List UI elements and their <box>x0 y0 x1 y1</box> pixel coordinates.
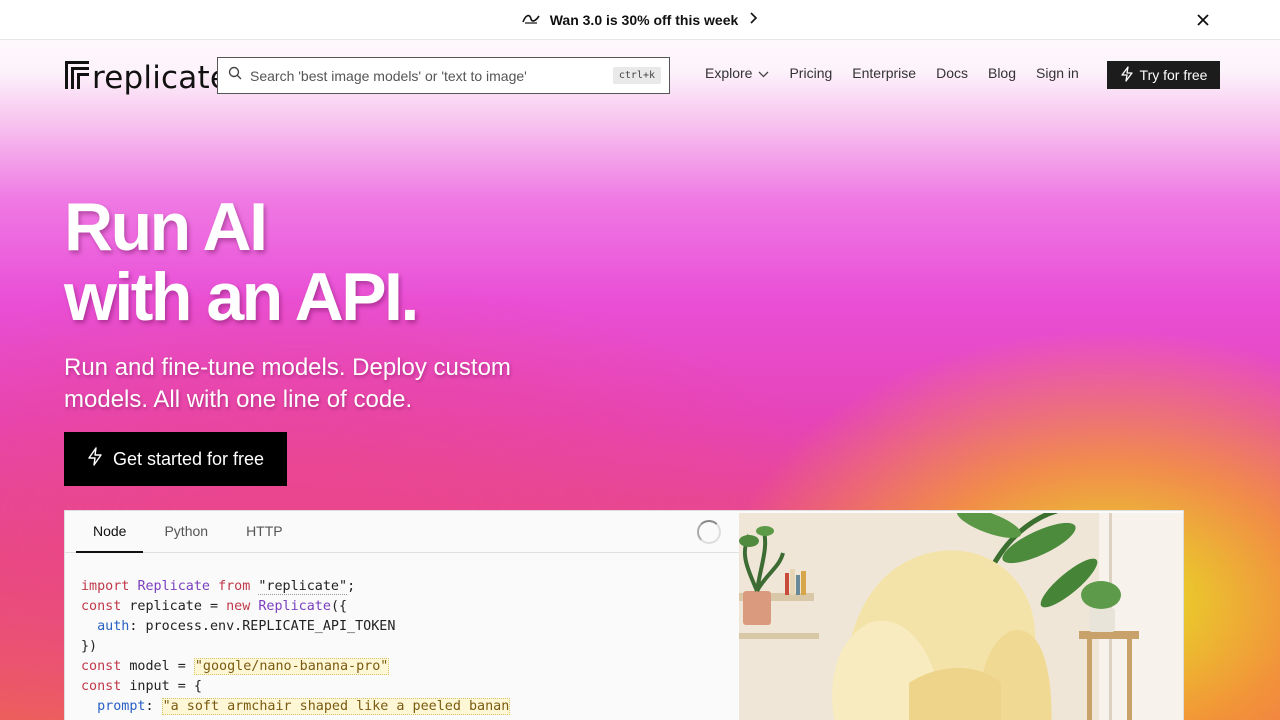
code-token: prompt <box>97 699 146 714</box>
hero-title-line1: Run AI <box>64 189 268 265</box>
code-token: from <box>218 579 251 594</box>
tab-python[interactable]: Python <box>147 511 225 553</box>
nav-explore-label: Explore <box>705 65 753 81</box>
nav-links: Explore Pricing Enterprise Docs Blog Sig… <box>705 65 1099 81</box>
code-token: ({ <box>330 599 348 614</box>
logo-text: replicate <box>92 59 230 96</box>
tab-http[interactable]: HTTP <box>229 511 300 553</box>
announcement-text: Wan 3.0 is 30% off this week <box>549 11 739 28</box>
wan-logo-icon <box>521 11 540 29</box>
code-token: "replicate" <box>258 579 348 595</box>
code-token: const <box>81 679 122 694</box>
code-token: const <box>81 599 122 614</box>
replicate-logo[interactable]: replicate <box>64 59 229 96</box>
code-token: auth <box>97 619 130 634</box>
get-started-label: Get started for free <box>112 448 265 469</box>
editable-string-model[interactable]: "google/nano-banana-pro" <box>193 658 390 675</box>
code-token: Replicate <box>137 579 210 594</box>
code-token: const <box>81 659 122 674</box>
hero-subtitle: Run and fine-tune models. Deploy custom … <box>64 354 511 413</box>
chevron-right-icon <box>748 11 758 29</box>
code-token: ; <box>347 579 356 594</box>
search-icon <box>228 66 242 85</box>
code-token: replicate = <box>121 599 227 614</box>
code-token: new <box>226 599 251 614</box>
nav-blog[interactable]: Blog <box>988 65 1016 81</box>
close-icon[interactable] <box>1194 11 1212 29</box>
hero-title-line2: with an API. <box>64 259 419 335</box>
code-block: import Replicate from "replicate"; const… <box>81 577 511 717</box>
replicate-logo-icon <box>64 59 90 96</box>
get-started-button[interactable]: Get started for free <box>64 432 287 486</box>
code-token: : <box>145 699 162 714</box>
nav-docs[interactable]: Docs <box>936 65 968 81</box>
top-nav: replicate ctrl+k Explore Pricing Enterpr… <box>0 40 1280 112</box>
nav-explore[interactable]: Explore <box>705 65 769 81</box>
code-token: }) <box>81 639 98 654</box>
output-image <box>739 513 1183 720</box>
search-shortcut-badge: ctrl+k <box>612 67 661 84</box>
announcement-link[interactable]: Wan 3.0 is 30% off this week <box>521 11 759 29</box>
language-tabs: Node Python HTTP <box>65 511 739 553</box>
code-token: input = { <box>121 679 202 694</box>
tab-node[interactable]: Node <box>76 511 144 553</box>
lightning-icon <box>87 447 103 471</box>
code-token: model = <box>121 659 194 674</box>
nav-sign-in[interactable]: Sign in <box>1036 65 1079 81</box>
try-for-free-button[interactable]: Try for free <box>1107 61 1220 89</box>
loading-spinner-icon <box>697 520 721 544</box>
code-example-panel: Node Python HTTP import Replicate from "… <box>64 510 1184 720</box>
editable-string-prompt[interactable]: "a soft armchair shaped like a peeled ba… <box>161 698 511 715</box>
announcement-bar: Wan 3.0 is 30% off this week <box>0 0 1280 40</box>
nav-pricing[interactable]: Pricing <box>789 65 832 81</box>
search-box[interactable]: ctrl+k <box>217 57 670 94</box>
hero-title: Run AI with an API. <box>64 189 419 335</box>
code-token: Replicate <box>258 599 331 614</box>
lightning-icon <box>1120 65 1134 85</box>
code-token: import <box>81 579 130 594</box>
try-for-free-label: Try for free <box>1139 67 1208 83</box>
chevron-down-icon <box>758 65 769 81</box>
search-input[interactable] <box>250 67 613 84</box>
code-token: : process.env.REPLICATE_API_TOKEN <box>129 619 396 634</box>
nav-enterprise[interactable]: Enterprise <box>852 65 916 81</box>
